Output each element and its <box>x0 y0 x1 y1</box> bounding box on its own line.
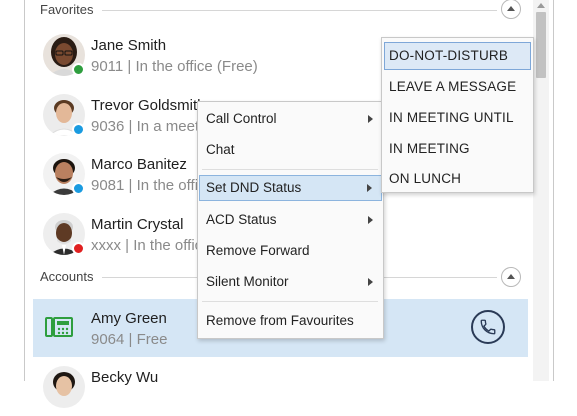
contact-name: Trevor Goldsmith <box>91 97 206 114</box>
menu-item-label: Silent Monitor <box>206 274 289 289</box>
contact-name: Jane Smith <box>91 37 167 54</box>
avatar <box>43 34 85 76</box>
dnd-option-label: DO-NOT-DISTURB <box>389 48 509 63</box>
presence-busy-indicator <box>72 242 85 255</box>
menu-item-label: Set DND Status <box>206 180 302 195</box>
submenu-arrow-icon <box>368 115 373 123</box>
avatar <box>43 153 85 195</box>
dnd-option-label: IN MEETING UNTIL <box>389 110 514 125</box>
contact-name: Marco Banitez <box>91 156 187 173</box>
account-row[interactable]: Becky Wu <box>33 358 528 416</box>
menu-item-chat[interactable]: Chat <box>199 137 382 163</box>
avatar <box>43 94 85 136</box>
account-name: Becky Wu <box>91 369 159 386</box>
avatar-portrait-icon <box>43 366 85 408</box>
menu-item-set-dnd-status[interactable]: Set DND Status <box>199 175 382 201</box>
phone-icon <box>480 319 496 335</box>
accounts-title: Accounts <box>40 269 94 284</box>
account-status: 9064 | Free <box>91 331 168 348</box>
window-border-left <box>24 0 25 381</box>
menu-item-acd-status[interactable]: ACD Status <box>199 207 382 233</box>
call-button[interactable] <box>471 310 505 344</box>
contact-context-menu: Call Control Chat Set DND Status ACD Sta… <box>197 101 384 339</box>
contact-status: 9011 | In the office (Free) <box>91 58 258 75</box>
collapse-accounts-button[interactable] <box>501 267 521 287</box>
menu-item-label: Chat <box>206 142 235 157</box>
window-border-right <box>553 0 554 381</box>
dnd-option-label: IN MEETING <box>389 141 470 156</box>
menu-item-silent-monitor[interactable]: Silent Monitor <box>199 269 382 295</box>
scroll-up-arrow-icon[interactable] <box>533 0 549 10</box>
menu-separator <box>202 169 378 170</box>
contact-status: xxxx | In the office <box>91 237 211 254</box>
dnd-option-in-meeting[interactable]: IN MEETING <box>384 135 531 163</box>
menu-item-label: Remove Forward <box>206 243 310 258</box>
presence-away-indicator <box>72 123 85 136</box>
favorites-title: Favorites <box>40 2 94 17</box>
dnd-option-leave-a-message[interactable]: LEAVE A MESSAGE <box>384 73 531 101</box>
divider <box>102 10 497 11</box>
dnd-option-do-not-disturb[interactable]: DO-NOT-DISTURB <box>384 42 531 70</box>
collapse-favorites-button[interactable] <box>501 0 521 19</box>
scroll-thumb[interactable] <box>536 12 546 78</box>
menu-item-call-control[interactable]: Call Control <box>199 106 382 132</box>
submenu-arrow-icon <box>368 216 373 224</box>
dnd-option-label: ON LUNCH <box>389 171 462 186</box>
favorites-section-header: Favorites <box>40 0 530 20</box>
presence-away-indicator <box>72 182 85 195</box>
menu-item-remove-forward[interactable]: Remove Forward <box>199 238 382 264</box>
contact-name: Martin Crystal <box>91 216 184 233</box>
dnd-status-submenu: DO-NOT-DISTURB LEAVE A MESSAGE IN MEETIN… <box>381 37 534 193</box>
menu-separator <box>202 301 378 302</box>
vertical-scrollbar[interactable] <box>533 0 549 381</box>
submenu-arrow-icon <box>368 278 373 286</box>
dnd-option-in-meeting-until[interactable]: IN MEETING UNTIL <box>384 104 531 132</box>
dnd-option-on-lunch[interactable]: ON LUNCH <box>384 165 531 193</box>
menu-item-remove-from-favourites[interactable]: Remove from Favourites <box>199 308 382 334</box>
submenu-arrow-icon <box>367 184 372 192</box>
contact-status: 9081 | In the office <box>91 177 214 194</box>
dnd-option-label: LEAVE A MESSAGE <box>389 79 517 94</box>
contacts-window: Favorites Jane Smith 9011 | In the offic… <box>0 0 577 408</box>
avatar <box>43 366 85 408</box>
menu-item-label: ACD Status <box>206 212 277 227</box>
account-name: Amy Green <box>91 310 167 327</box>
menu-item-label: Remove from Favourites <box>206 313 354 328</box>
avatar <box>43 213 85 255</box>
phone-account-icon <box>45 317 73 337</box>
presence-available-indicator <box>72 63 85 76</box>
menu-item-label: Call Control <box>206 111 277 126</box>
